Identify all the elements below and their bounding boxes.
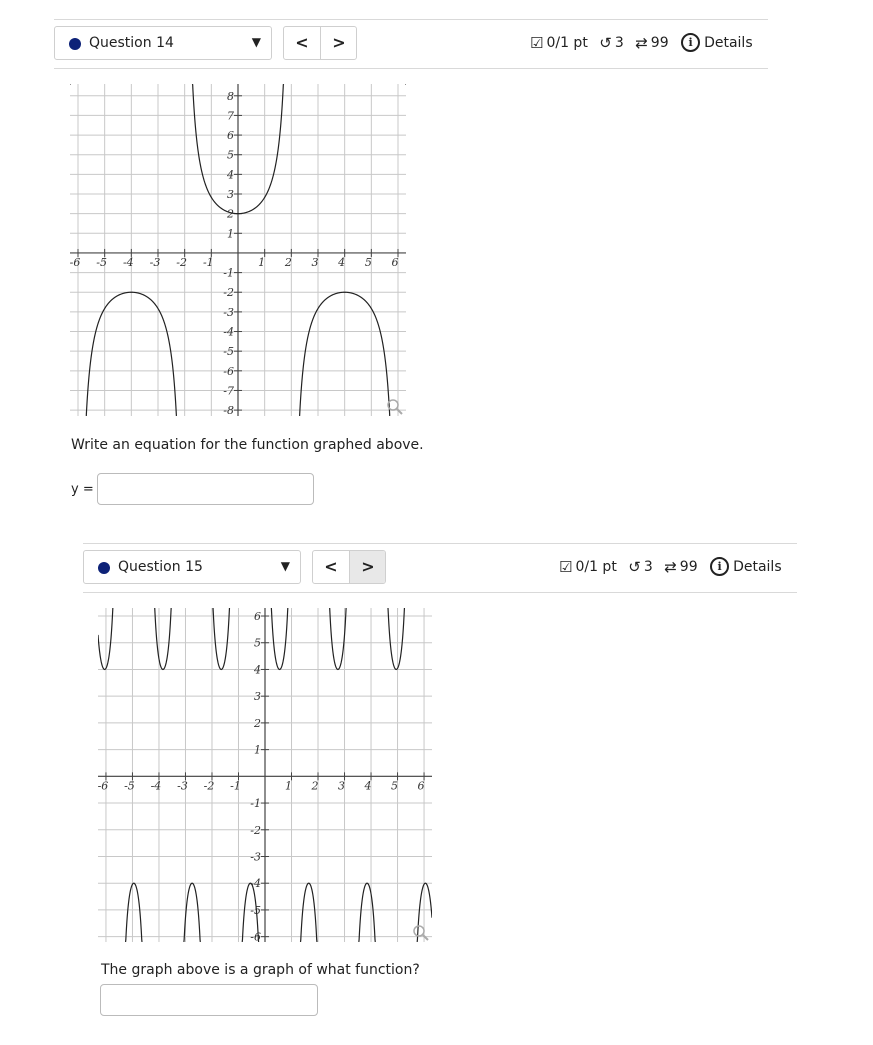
x-tick-label: -1 [203,256,214,269]
x-tick-label: 3 [312,256,319,269]
question-status-dot [69,38,81,50]
y-tick-label: 7 [227,109,234,122]
y-tick-label: 2 [253,717,261,730]
y-tick-label: -3 [250,850,261,863]
attempts-count: 99 [679,558,698,575]
retry-icon: ↺ [599,33,612,52]
previous-question-button[interactable]: < [284,27,320,59]
y-tick-label: 5 [254,637,261,650]
x-tick-label: -1 [230,779,241,792]
retries-count: 3 [643,558,653,575]
question-14-answer-input[interactable] [97,473,314,505]
x-tick-label: -4 [123,256,134,269]
x-tick-label: -5 [124,779,135,792]
y-tick-label: -8 [223,404,234,416]
question-status-dot [98,562,110,574]
chevron-down-icon: ▼ [251,35,261,49]
x-tick-label: 4 [364,779,372,792]
y-tick-label: -3 [223,306,234,319]
info-icon[interactable]: i [681,33,701,52]
y-tick-label: 6 [227,129,234,142]
y-tick-label: 1 [227,227,234,240]
points-label: 0/1 pt [546,34,588,51]
x-tick-label: -5 [96,256,107,269]
question-14-meta: ☑ 0/1 pt ↺ 3 ⇄ 99 i Details [530,33,753,52]
x-tick-label: 6 [392,256,399,269]
x-tick-label: 1 [258,256,265,269]
y-tick-label: -5 [223,345,234,358]
question-15-header: Question 15 ▼ < > ☑ 0/1 pt ↺ 3 ⇄ 99 i Detail… [83,543,797,593]
x-tick-label: 2 [284,256,292,269]
y-tick-label: -1 [250,797,261,810]
y-tick-label: -7 [223,384,234,397]
y-tick-label: -1 [223,267,234,280]
y-tick-label: 6 [254,610,261,623]
x-tick-label: -3 [177,779,188,792]
x-tick-label: 5 [365,256,372,269]
y-tick-label: -2 [250,824,261,837]
checkbox-icon: ☑ [530,33,544,52]
question-15-graph: -6 -5 -4 -3 -2 -1 1 2 3 4 5 6654321-1-2-3-4-5-6 [98,608,432,942]
y-tick-label: -2 [223,286,234,299]
y-tick-label: 5 [227,149,234,162]
next-question-button[interactable]: > [320,27,356,59]
question-15-nav: < > [312,550,386,584]
points-label: 0/1 pt [575,558,617,575]
question-14-nav: < > [283,26,357,60]
question-14-graph: -6 -5 -4 -3 -2 -1 1 2 3 4 5 6 8 7 6 5 4 3 2 1 -1 -2 -3 -4 -5 -6 -7… [70,84,406,416]
y-tick-label: 1 [254,744,261,757]
y-tick-label: -6 [223,365,234,378]
question-15-answer-input[interactable] [100,984,318,1016]
question-15-select[interactable]: Question 15 ▼ [83,550,301,584]
x-tick-label: 6 [418,779,425,792]
x-tick-label: 4 [337,256,345,269]
answer-label: y = [71,482,94,497]
question-14-header: Question 14 ▼ < > ☑ 0/1 pt ↺ 3 ⇄ 99 i Detail… [54,19,768,69]
x-tick-label: -3 [150,256,161,269]
details-link[interactable]: Details [704,35,753,51]
info-icon[interactable]: i [710,557,730,576]
checkbox-icon: ☑ [559,557,573,576]
x-tick-label: -2 [176,256,187,269]
x-tick-label: 1 [285,779,292,792]
y-tick-label: -6 [250,931,261,942]
y-tick-label: 3 [227,188,234,201]
question-15-prompt: The graph above is a graph of what funct… [101,962,420,978]
question-14-select[interactable]: Question 14 ▼ [54,26,272,60]
x-tick-label: -6 [70,256,80,269]
attempts-count: 99 [650,34,669,51]
x-tick-label: -4 [151,779,162,792]
question-15-meta: ☑ 0/1 pt ↺ 3 ⇄ 99 i Details [559,557,782,576]
y-tick-label: 3 [254,690,261,703]
y-tick-label: -4 [223,326,234,339]
y-tick-label: 8 [227,90,234,103]
x-tick-label: -6 [98,779,108,792]
question-14-title: Question 14 [89,35,174,51]
y-tick-label: 2 [226,208,234,221]
x-tick-label: 3 [338,779,345,792]
retry-icon: ↺ [628,557,641,576]
repeat-icon: ⇄ [635,33,648,52]
repeat-icon: ⇄ [664,557,677,576]
y-tick-label: 4 [226,168,234,181]
x-tick-label: 2 [311,779,319,792]
x-tick-label: 5 [391,779,398,792]
question-15-title: Question 15 [118,559,203,575]
retries-count: 3 [614,34,624,51]
x-tick-label: -2 [204,779,215,792]
previous-question-button[interactable]: < [313,551,349,583]
question-14-prompt: Write an equation for the function graph… [71,437,424,453]
magnifier-icon[interactable] [413,925,429,941]
y-tick-label: 4 [253,663,261,676]
next-question-button[interactable]: > [349,551,385,583]
chevron-down-icon: ▼ [280,559,290,573]
details-link[interactable]: Details [733,559,782,575]
